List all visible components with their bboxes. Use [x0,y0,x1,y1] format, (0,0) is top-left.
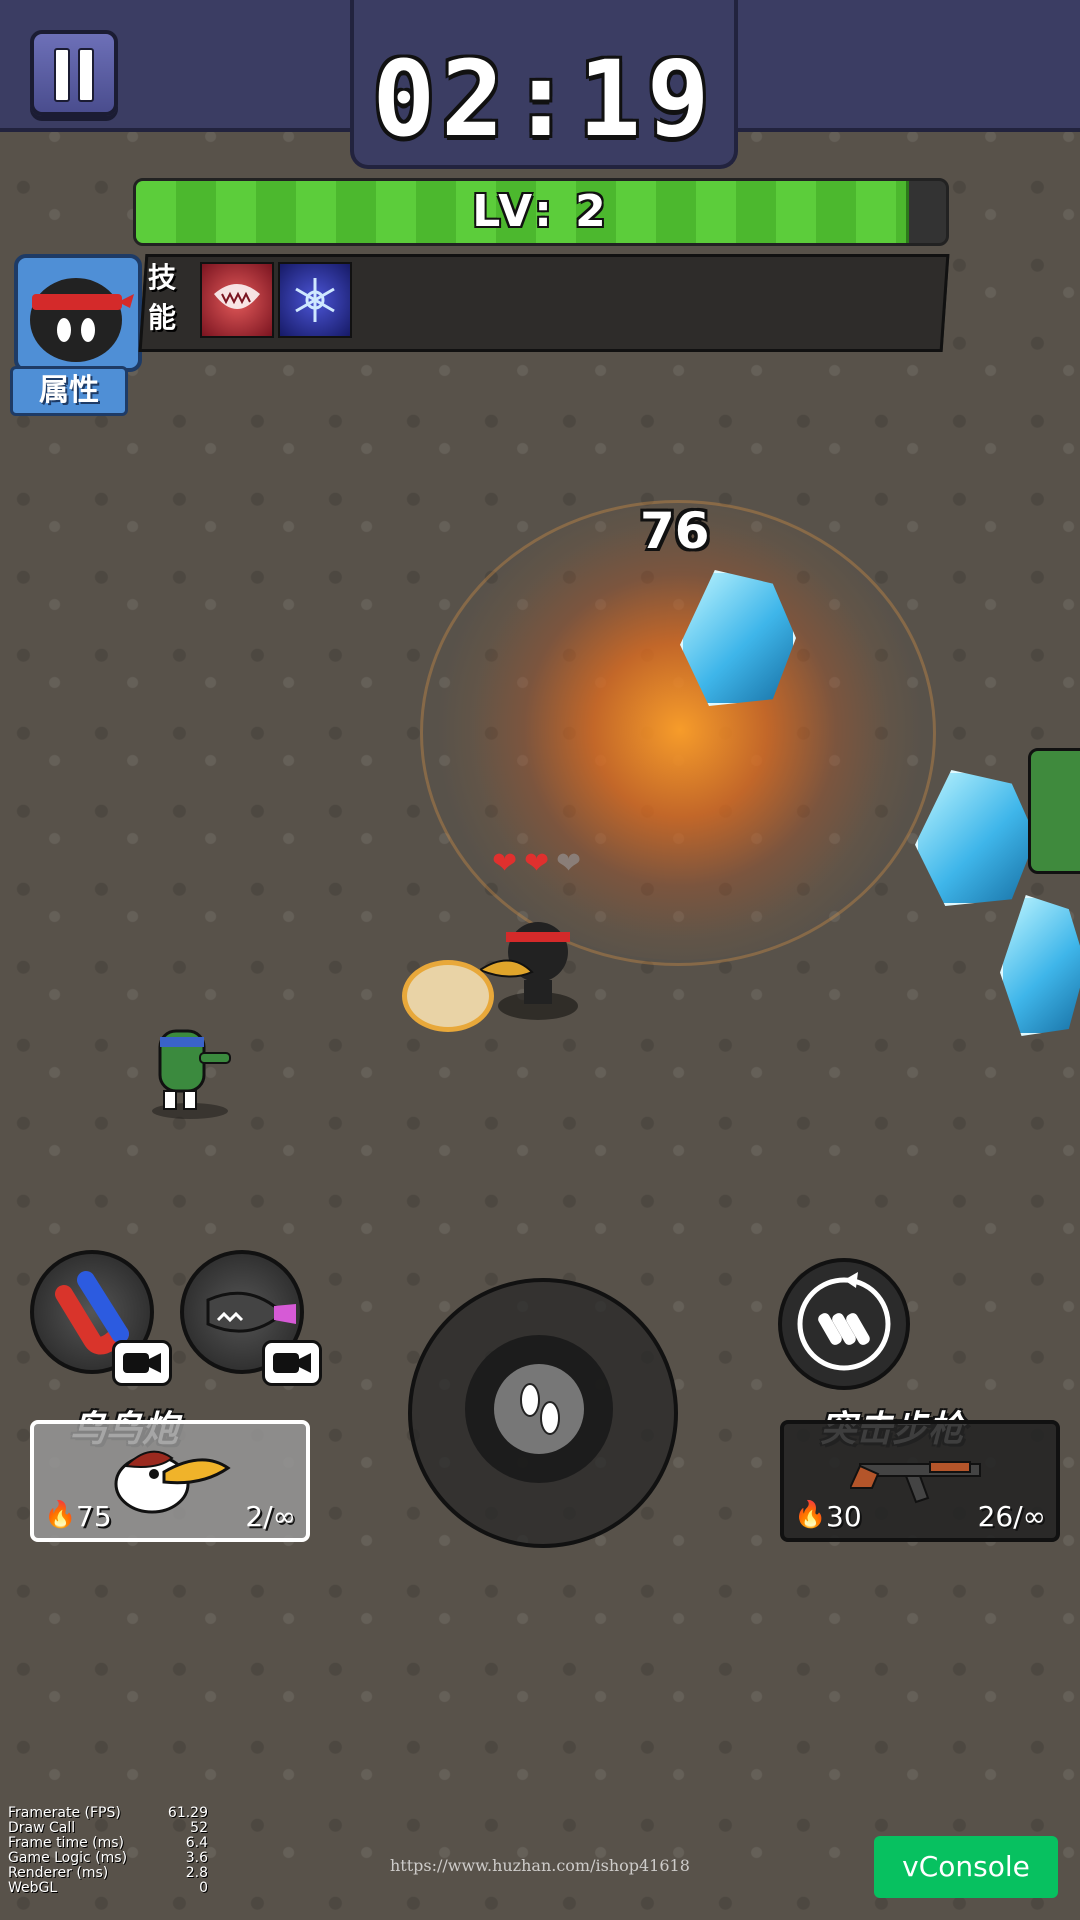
left-weapon-card[interactable]: 🔥 75 2/∞ [30,1420,310,1542]
game-timer: 02:19 [372,38,716,160]
bird-cannon-icon [114,1450,231,1514]
performance-stats: Framerate (FPS) 61.29 Draw Call 52 Frame t… [8,1806,208,1896]
joystick-knob[interactable] [494,1364,584,1454]
video-camera-icon [123,1353,161,1373]
frozen-enemy [1000,895,1080,1036]
player-avatar[interactable] [14,254,142,372]
left-weapon-power: 75 [76,1500,112,1533]
skill-snowflake[interactable] [278,262,352,338]
heart-full-icon: ❤ [492,846,518,881]
watch-video-badge[interactable] [262,1340,322,1386]
stat-row: Framerate (FPS) 61.29 [8,1805,208,1821]
assault-rifle-icon [850,1461,981,1504]
stat-row: Draw Call 52 [8,1820,208,1836]
heart-full-icon: ❤ [524,846,550,881]
fire-icon: 🔥 [44,1500,77,1530]
fire-icon: 🔥 [794,1500,827,1530]
right-weapon-power: 30 [826,1500,862,1533]
bucket-zombie-enemy [1028,748,1080,874]
attack-range-ring [420,500,936,966]
attributes-button[interactable]: 属性 [10,366,128,416]
player-character [477,910,600,1028]
left-weapon-ammo: 2/∞ [245,1500,296,1533]
fanged-mouth-icon [214,284,260,309]
pause-icon [54,48,70,102]
watch-video-badge[interactable] [112,1340,172,1386]
stat-row: WebGL 0 [8,1880,208,1896]
egg-projectile [402,960,494,1032]
stat-row: Game Logic (ms) 3.6 [8,1850,208,1866]
video-camera-icon [273,1353,311,1373]
footprints-icon [520,1383,560,1435]
vconsole-button[interactable]: vConsole [874,1836,1058,1898]
pause-button[interactable] [30,30,118,116]
skills-label: 技 能 [148,261,177,334]
watermark-url: https://www.huzhan.com/ishop41618 [390,1856,690,1875]
zombie-enemy [152,1015,232,1119]
right-weapon-ammo: 26/∞ [977,1500,1046,1533]
stat-row: Frame time (ms) 6.4 [8,1835,208,1851]
skill-fanged-mouth[interactable] [200,262,274,338]
level-label: LV: 2 [472,186,610,237]
heart-empty-icon: ❤ [556,846,582,881]
ninja-face-icon [30,278,134,362]
stat-row: Renderer (ms) 2.8 [8,1865,208,1881]
frozen-enemy [915,770,1036,906]
right-weapon-card[interactable]: 🔥 30 26/∞ [780,1420,1060,1542]
reload-button[interactable] [778,1258,910,1390]
damage-number: 76 [640,502,710,560]
reload-ammo-icon [797,1272,891,1371]
snowflake-icon [295,278,335,322]
level-progress-bar: LV: 2 [133,178,949,246]
